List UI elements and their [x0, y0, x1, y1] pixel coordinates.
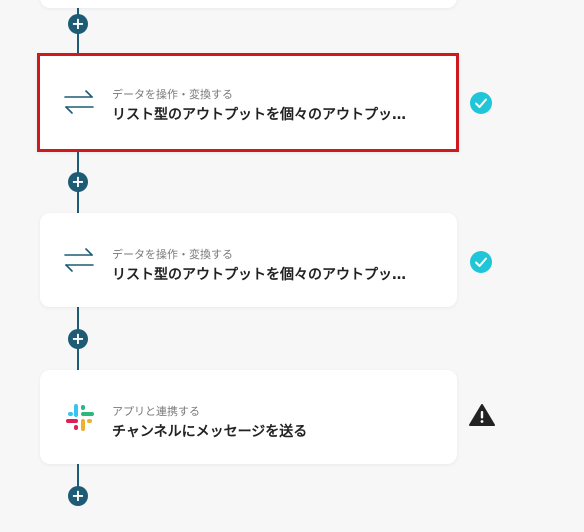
step-title: リスト型のアウトプットを個々のアウトプッ… [112, 267, 406, 283]
success-check-icon [469, 91, 493, 115]
slack-icon [62, 402, 96, 432]
previous-step-card[interactable] [40, 0, 457, 8]
step-category: データを操作・変換する [112, 88, 233, 101]
step-title: リスト型のアウトプットを個々のアウトプッ… [112, 107, 406, 123]
step-category: アプリと連携する [112, 405, 200, 418]
add-step-button[interactable]: + [68, 14, 88, 34]
step-title: チャンネルにメッセージを送る [112, 424, 308, 440]
add-step-button[interactable]: + [68, 172, 88, 192]
step-card-convert-1[interactable]: データを操作・変換する リスト型のアウトプットを個々のアウトプッ… [37, 53, 459, 152]
success-check-icon [469, 250, 493, 274]
add-step-button[interactable]: + [68, 486, 88, 506]
step-category: データを操作・変換する [112, 248, 233, 261]
convert-arrows-icon [62, 245, 96, 275]
step-card-convert-2[interactable]: データを操作・変換する リスト型のアウトプットを個々のアウトプッ… [40, 213, 457, 307]
step-card-slack[interactable]: アプリと連携する チャンネルにメッセージを送る [40, 370, 457, 464]
convert-arrows-icon [62, 87, 96, 117]
warning-icon [469, 403, 495, 427]
add-step-button[interactable]: + [68, 329, 88, 349]
